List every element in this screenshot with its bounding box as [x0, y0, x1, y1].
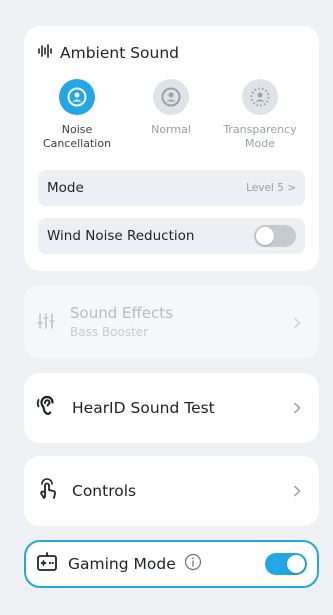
controls-card[interactable]: Controls	[24, 456, 319, 526]
mode-row-value: Level 5 >	[246, 182, 296, 194]
mode-option-normal[interactable]: Normal	[123, 79, 219, 137]
ambient-sound-header: Ambient Sound	[38, 44, 179, 62]
hearid-sound-test-card[interactable]: HearID Sound Test	[24, 373, 319, 443]
touch-gesture-icon	[36, 477, 60, 505]
sound-effects-subtitle: Bass Booster	[70, 325, 149, 339]
wind-noise-toggle[interactable]	[254, 225, 296, 247]
controls-label: Controls	[72, 482, 137, 500]
toggle-knob	[256, 227, 274, 245]
mode-level-row[interactable]: Mode Level 5 >	[38, 170, 305, 206]
ambient-sound-card: Ambient Sound Noise Cancellation Normal …	[24, 26, 319, 271]
info-icon[interactable]	[184, 553, 202, 575]
gamepad-icon	[36, 551, 58, 577]
hearid-label: HearID Sound Test	[72, 399, 215, 417]
equalizer-icon	[36, 311, 56, 335]
mode-option-noise-cancellation[interactable]: Noise Cancellation	[29, 79, 125, 150]
chevron-right-icon	[293, 399, 301, 418]
ambient-sound-title: Ambient Sound	[60, 44, 180, 62]
sound-effects-card: Sound Effects Bass Booster	[24, 285, 319, 359]
wind-noise-label: Wind Noise Reduction	[47, 228, 195, 244]
mode-option-label: Transparency Mode	[223, 123, 297, 150]
gaming-mode-card: Gaming Mode	[24, 540, 319, 588]
mode-row-label: Mode	[47, 180, 84, 196]
chevron-right-icon	[293, 314, 301, 333]
gaming-mode-toggle[interactable]	[265, 553, 307, 575]
wind-noise-row: Wind Noise Reduction	[38, 218, 305, 254]
mode-option-transparency[interactable]: Transparency Mode	[212, 79, 308, 150]
sound-effects-title: Sound Effects	[70, 304, 173, 322]
mode-option-label: Noise Cancellation	[42, 123, 112, 150]
chevron-right-icon	[293, 482, 301, 501]
mode-option-label: Normal	[151, 123, 191, 136]
normal-icon	[153, 79, 189, 115]
ear-icon	[36, 394, 60, 422]
toggle-knob	[287, 555, 305, 573]
gaming-mode-label: Gaming Mode	[68, 555, 176, 573]
transparency-icon	[242, 79, 278, 115]
screen: Ambient Sound Noise Cancellation Normal …	[0, 0, 333, 615]
noise-cancellation-icon	[59, 79, 95, 115]
sound-wave-icon	[38, 44, 52, 62]
